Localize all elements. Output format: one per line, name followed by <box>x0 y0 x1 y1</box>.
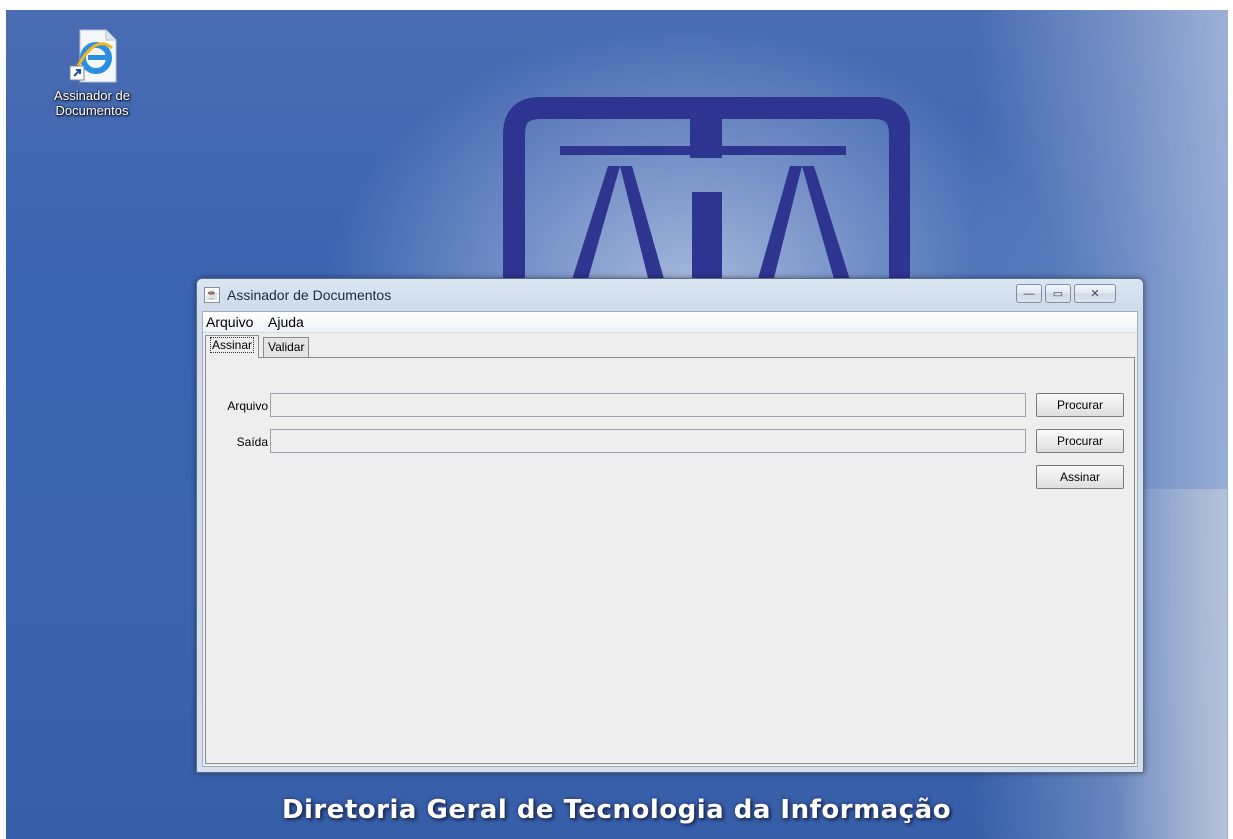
window-title: Assinador de Documentos <box>227 287 392 303</box>
menu-ajuda[interactable]: Ajuda <box>266 313 306 331</box>
arquivo-input[interactable] <box>270 393 1026 417</box>
arquivo-label: Arquivo <box>227 399 268 413</box>
tab-validar[interactable]: Validar <box>263 337 310 357</box>
tab-assinar[interactable]: Assinar <box>205 335 260 358</box>
menu-arquivo[interactable]: Arquivo <box>204 313 255 331</box>
desktop-icon-label: Assinador de Documentos <box>54 88 130 118</box>
close-icon: ✕ <box>1090 288 1100 300</box>
procurar-arquivo-button[interactable]: Procurar <box>1036 393 1124 417</box>
footer-banner: Diretoria Geral de Tecnologia da Informa… <box>281 795 952 825</box>
saida-input[interactable] <box>270 429 1026 453</box>
minimize-icon: — <box>1023 287 1035 300</box>
maximize-button[interactable]: ▭ <box>1045 284 1071 303</box>
desktop-shortcut-assinador[interactable]: Assinador de Documentos <box>42 26 142 118</box>
title-bar[interactable]: ☕ Assinador de Documentos — ▭ ✕ <box>197 279 1143 311</box>
window-client-area: Arquivo Ajuda Assinar Validar Arquivo Pr… <box>202 311 1138 767</box>
internet-explorer-icon <box>66 26 118 86</box>
minimize-button[interactable]: — <box>1016 284 1042 303</box>
saida-label: Saída <box>236 435 268 449</box>
maximize-icon: ▭ <box>1052 288 1064 300</box>
tab-panel-assinar: Arquivo Procurar Saída Procurar Assinar <box>205 357 1135 764</box>
assinar-button[interactable]: Assinar <box>1036 465 1124 489</box>
court-emblem-logo <box>503 97 910 286</box>
app-window: ☕ Assinador de Documentos — ▭ ✕ Arquivo … <box>196 278 1144 773</box>
procurar-saida-button[interactable]: Procurar <box>1036 429 1124 453</box>
java-cup-icon: ☕ <box>204 287 220 303</box>
tab-assinar-label: Assinar <box>210 337 255 353</box>
tab-strip: Assinar Validar <box>203 334 1137 358</box>
tab-validar-label: Validar <box>268 340 305 354</box>
menu-bar: Arquivo Ajuda <box>203 312 1137 333</box>
close-button[interactable]: ✕ <box>1074 284 1116 303</box>
